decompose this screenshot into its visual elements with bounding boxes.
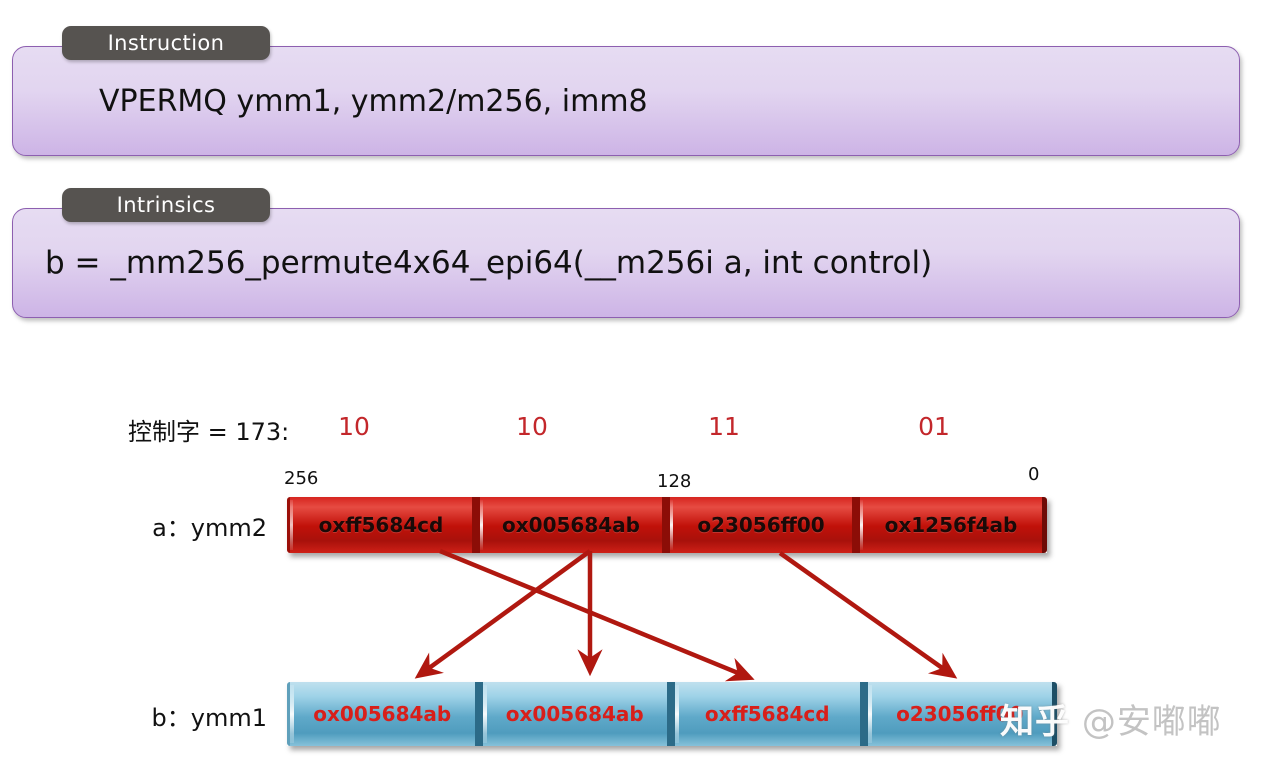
- control-bits-lane0: 01: [918, 412, 950, 441]
- source-cell-2: ox005684ab: [476, 497, 666, 553]
- source-cell-1: o23056ff00: [666, 497, 856, 553]
- bit-label-0: 0: [1028, 464, 1040, 485]
- bit-label-128: 128: [657, 471, 692, 492]
- dest-cell-1: oxff5684cd: [671, 682, 864, 746]
- instruction-panel: VPERMQ ymm1, ymm2/m256, imm8: [12, 46, 1240, 156]
- control-word-label: 控制字 = 173:: [128, 418, 290, 446]
- intrinsics-panel: b = _mm256_permute4x64_epi64(__m256i a, …: [12, 208, 1240, 318]
- source-cell-3: oxff5684cd: [287, 497, 476, 553]
- arrow-lane1-to-lane2: [439, 548, 755, 682]
- zhihu-logo: 知乎: [1000, 702, 1070, 742]
- dest-cell-3: ox005684ab: [287, 682, 479, 746]
- control-bits-lane1: 11: [708, 412, 740, 441]
- source-register-label: a：ymm2: [152, 514, 267, 542]
- arrow-lane2-to-lane1: [414, 549, 592, 679]
- intrinsics-tag: Intrinsics: [62, 188, 270, 222]
- dest-register-bar: ox005684ab ox005684ab oxff5684cd o23056f…: [287, 682, 1057, 746]
- bit-label-256: 256: [284, 468, 319, 489]
- arrow-lane3-to-lane0: [778, 551, 958, 679]
- intrinsics-text: b = _mm256_permute4x64_epi64(__m256i a, …: [45, 245, 933, 281]
- zhihu-handle: @安嘟嘟: [1081, 702, 1222, 742]
- dest-register-label: b：ymm1: [151, 704, 267, 732]
- instruction-text: VPERMQ ymm1, ymm2/m256, imm8: [99, 83, 648, 119]
- source-cell-0: ox1256f4ab: [856, 497, 1047, 553]
- dest-cell-2: ox005684ab: [478, 682, 671, 746]
- source-register-bar: oxff5684cd ox005684ab o23056ff00 ox1256f…: [287, 497, 1047, 553]
- control-bits-lane2: 10: [516, 412, 548, 441]
- control-word-row: 控制字 = 173: 10 10 11 01: [0, 412, 1265, 448]
- control-bits-lane3: 10: [338, 412, 370, 441]
- instruction-tag: Instruction: [62, 26, 270, 60]
- zhihu-watermark: 知乎 @安嘟嘟: [1000, 694, 1222, 743]
